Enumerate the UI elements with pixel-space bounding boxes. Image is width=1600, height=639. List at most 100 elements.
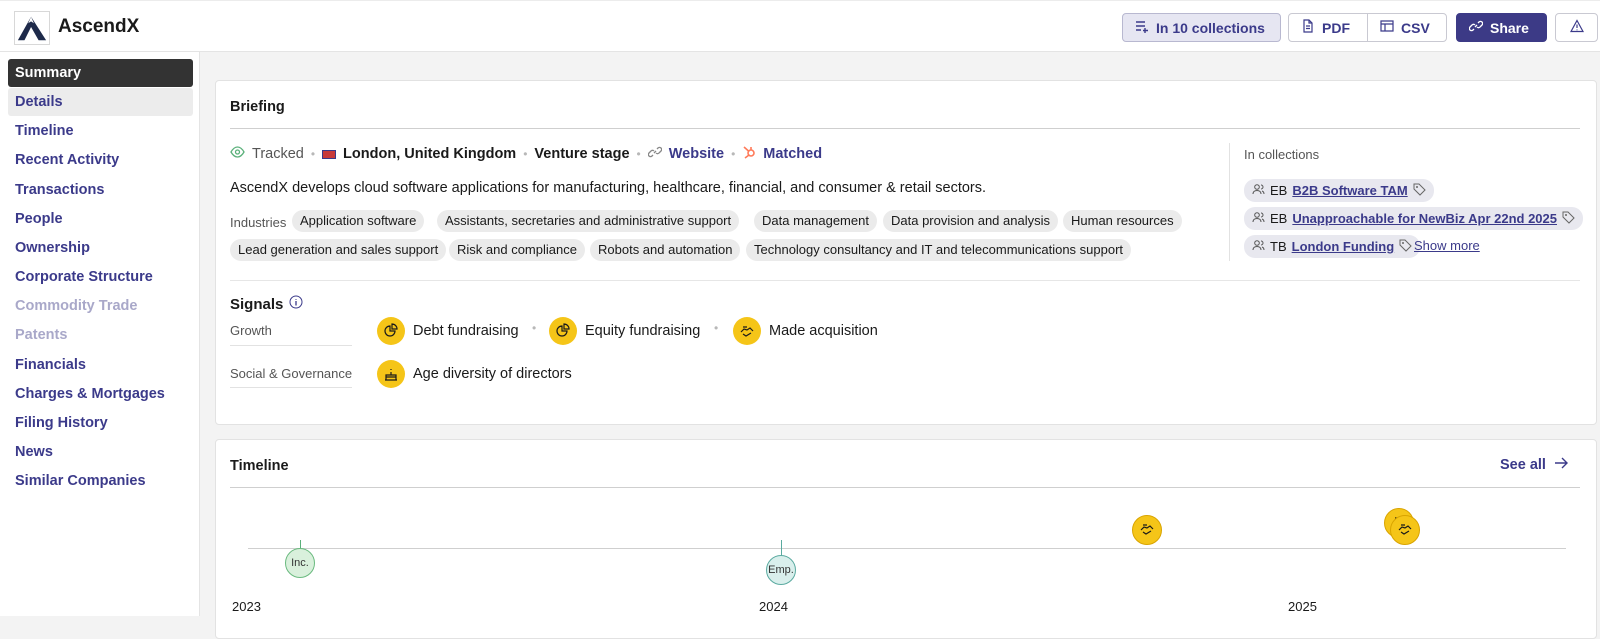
event-incorporation[interactable]: Inc. [285,548,315,578]
collection-chip[interactable]: TB London Funding [1244,235,1421,258]
divider [230,128,1580,129]
sidebar-item-similar-companies[interactable]: Similar Companies [8,467,193,495]
info-icon[interactable] [289,295,303,313]
stage: Venture stage [534,146,630,162]
sidebar-item-timeline[interactable]: Timeline [8,117,193,145]
sidebar-item-commodity-trade: Commodity Trade [15,298,138,314]
timeline-title: Timeline [230,458,289,474]
industry-tag[interactable]: Technology consultancy and IT and teleco… [746,239,1132,261]
year-label: 2024 [759,599,788,614]
separator-dot: • [310,147,316,161]
users-icon [1252,211,1265,226]
signal-age-diversity[interactable]: Age diversity of directors [377,360,572,388]
sidebar-item-transactions[interactable]: Transactions [8,176,193,204]
collection-name[interactable]: Unapproachable for NewBiz Apr 22nd 2025 [1292,211,1557,226]
report-issue-button[interactable] [1555,13,1598,42]
collection-chip[interactable]: EB B2B Software TAM [1244,179,1434,202]
industry-tag[interactable]: Assistants, secretaries and administrati… [437,210,740,232]
handshake-icon [1139,521,1155,540]
signal-group-label: Growth [230,323,272,338]
matched-link[interactable]: Matched [763,146,822,162]
collection-name[interactable]: London Funding [1292,239,1395,254]
link-icon [647,145,662,163]
signal-made-acquisition[interactable]: Made acquisition [733,317,878,345]
collections-button[interactable]: In 10 collections [1122,13,1281,42]
handshake-icon [733,317,761,345]
table-icon [1380,19,1394,36]
share-button-label: Share [1490,19,1529,36]
tracked-status[interactable]: Tracked [252,146,304,162]
show-more-link[interactable]: Show more [1414,238,1480,253]
sidebar-item-charges-mortgages[interactable]: Charges & Mortgages [8,380,193,408]
event-acquisition[interactable] [1132,515,1162,545]
signals-title-label: Signals [230,295,284,313]
collection-initials: EB [1270,183,1288,198]
industry-tag[interactable]: Data management [754,210,877,232]
company-description: AscendX develops cloud software applicat… [230,180,987,196]
divider [230,387,352,388]
warning-icon [1569,19,1584,36]
share-button[interactable]: Share [1456,13,1547,42]
app-name: AscendX [58,16,140,37]
divider [230,487,1580,488]
sidebar-item-news[interactable]: News [8,438,193,466]
sidebar-item-details[interactable]: Details [8,88,193,116]
event-acquisition[interactable] [1390,515,1420,545]
industries-label: Industries [230,215,287,230]
handshake-icon [1397,521,1413,540]
sidebar-item-summary[interactable]: Summary [8,59,193,87]
sidebar-item-financials[interactable]: Financials [8,351,193,379]
location: London, United Kingdom [343,146,517,162]
industry-tag[interactable]: Application software [292,210,425,232]
document-icon [1301,19,1315,36]
year-label: 2025 [1288,599,1317,614]
uk-flag-icon [322,149,337,159]
collections-title: In collections [1244,147,1320,162]
csv-button[interactable]: CSV [1367,13,1447,42]
event-stem [781,540,782,556]
collection-name[interactable]: B2B Software TAM [1292,183,1407,198]
sidebar-item-filing-history[interactable]: Filing History [8,409,193,437]
website-link[interactable]: Website [669,146,724,162]
divider [230,345,352,346]
sidebar-item-recent-activity[interactable]: Recent Activity [8,146,193,174]
industry-tag[interactable]: Human resources [1063,210,1182,232]
separator-dot: • [731,147,736,161]
collection-initials: TB [1270,239,1287,254]
signal-equity-fundraising[interactable]: Equity fundraising [549,317,700,345]
sidebar-nav: Summary Details Timeline Recent Activity… [0,52,200,616]
app-logo[interactable] [14,11,50,45]
pie-chart-icon [377,317,405,345]
users-icon [1252,239,1265,254]
signals-title: Signals [230,295,303,313]
sidebar-item-people[interactable]: People [8,205,193,233]
pie-chart-icon [549,317,577,345]
industry-tag[interactable]: Data provision and analysis [883,210,1058,232]
industry-tag[interactable]: Lead generation and sales support [230,239,447,261]
see-all-link[interactable]: See all [1500,457,1569,473]
industry-tag[interactable]: Robots and automation [590,239,741,261]
tag-icon [1399,239,1412,255]
timeline-card: Timeline See all Inc. Emp. 2023 2024 202… [215,439,1597,639]
timeline-axis [248,548,1566,549]
divider [230,280,1580,281]
signal-label: Age diversity of directors [413,366,572,382]
vertical-divider [1229,143,1230,261]
event-employees[interactable]: Emp. [766,555,796,585]
pdf-button[interactable]: PDF [1288,13,1368,42]
top-bar: AscendX In 10 collections PDF CSV Share [0,0,1600,52]
cake-icon [377,360,405,388]
briefing-card: Briefing Tracked • London, United Kingdo… [215,80,1597,425]
see-all-label: See all [1500,457,1546,473]
briefing-title: Briefing [230,99,285,115]
link-icon [1468,19,1484,36]
signal-debt-fundraising[interactable]: Debt fundraising [377,317,519,345]
industry-tag[interactable]: Risk and compliance [449,239,585,261]
sidebar-item-corporate-structure[interactable]: Corporate Structure [8,263,193,291]
separator-dot: • [636,147,641,161]
year-label: 2023 [232,599,261,614]
collection-chip[interactable]: EB Unapproachable for NewBiz Apr 22nd 20… [1244,207,1583,230]
sidebar-item-ownership[interactable]: Ownership [8,234,193,262]
sidebar-item-patents: Patents [15,327,68,343]
signal-label: Made acquisition [769,323,878,339]
